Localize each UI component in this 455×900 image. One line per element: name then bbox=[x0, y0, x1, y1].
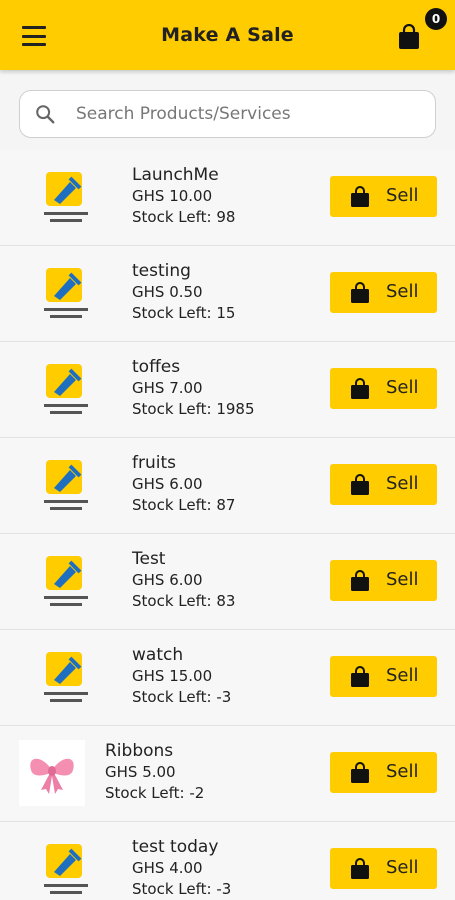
product-name: test today bbox=[132, 837, 219, 857]
product-stock: Stock Left: 15 bbox=[132, 304, 236, 322]
product-name: Test bbox=[132, 549, 166, 569]
product-row: test today GHS 4.00 Stock Left: -3 Sell bbox=[0, 822, 455, 900]
product-stock: Stock Left: 1985 bbox=[132, 400, 255, 418]
product-price: GHS 7.00 bbox=[132, 379, 203, 397]
sell-button-label: Sell bbox=[386, 569, 419, 590]
product-price: GHS 6.00 bbox=[132, 571, 203, 589]
product-info: Test GHS 6.00 Stock Left: 83 bbox=[132, 548, 235, 612]
product-info: test today GHS 4.00 Stock Left: -3 bbox=[132, 836, 231, 900]
sell-button[interactable]: Sell bbox=[330, 368, 437, 409]
sell-button[interactable]: Sell bbox=[330, 464, 437, 505]
product-name: LaunchMe bbox=[132, 165, 219, 185]
sell-button[interactable]: Sell bbox=[330, 752, 437, 793]
sell-button-label: Sell bbox=[386, 185, 419, 206]
product-list: LaunchMe GHS 10.00 Stock Left: 98 Sell t… bbox=[0, 150, 455, 900]
mtn-business-manager-logo bbox=[44, 844, 88, 894]
product-row: Test GHS 6.00 Stock Left: 83 Sell bbox=[0, 534, 455, 630]
mtn-business-manager-logo bbox=[44, 460, 88, 510]
pink-bow-photo bbox=[19, 740, 85, 806]
product-row: fruits GHS 6.00 Stock Left: 87 Sell bbox=[0, 438, 455, 534]
shopping-bag-icon bbox=[351, 762, 369, 783]
shopping-bag-icon bbox=[351, 666, 369, 687]
product-info: watch GHS 15.00 Stock Left: -3 bbox=[132, 644, 231, 708]
product-price: GHS 6.00 bbox=[132, 475, 203, 493]
shopping-bag-icon bbox=[351, 378, 369, 399]
sell-button[interactable]: Sell bbox=[330, 272, 437, 313]
page-title: Make A Sale bbox=[161, 24, 294, 46]
cart-count-badge: 0 bbox=[425, 8, 447, 30]
product-price: GHS 0.50 bbox=[132, 283, 203, 301]
product-info: fruits GHS 6.00 Stock Left: 87 bbox=[132, 452, 235, 516]
product-info: testing GHS 0.50 Stock Left: 15 bbox=[132, 260, 235, 324]
product-price: GHS 5.00 bbox=[105, 763, 176, 781]
product-price: GHS 4.00 bbox=[132, 859, 203, 877]
mtn-business-manager-logo bbox=[44, 364, 88, 414]
product-price: GHS 10.00 bbox=[132, 187, 213, 205]
app-bar: Make A Sale 0 bbox=[0, 0, 455, 70]
mtn-business-manager-logo bbox=[44, 652, 88, 702]
search-icon bbox=[36, 105, 55, 124]
product-row: Ribbons GHS 5.00 Stock Left: -2 Sell bbox=[0, 726, 455, 822]
hamburger-menu-icon[interactable] bbox=[22, 26, 46, 46]
mtn-business-manager-logo bbox=[44, 556, 88, 606]
product-name: watch bbox=[132, 645, 184, 665]
shopping-bag-icon bbox=[351, 570, 369, 591]
sell-button-label: Sell bbox=[386, 281, 419, 302]
sell-button-label: Sell bbox=[386, 377, 419, 398]
shopping-bag-icon[interactable] bbox=[397, 24, 421, 50]
sell-button-label: Sell bbox=[386, 473, 419, 494]
product-stock: Stock Left: -3 bbox=[132, 880, 232, 898]
mtn-business-manager-logo bbox=[44, 268, 88, 318]
sell-button-label: Sell bbox=[386, 761, 419, 782]
product-row: LaunchMe GHS 10.00 Stock Left: 98 Sell bbox=[0, 150, 455, 246]
product-stock: Stock Left: -3 bbox=[132, 688, 232, 706]
product-info: toffes GHS 7.00 Stock Left: 1985 bbox=[132, 356, 255, 420]
sell-button[interactable]: Sell bbox=[330, 176, 437, 217]
product-name: testing bbox=[132, 261, 191, 281]
product-name: Ribbons bbox=[105, 741, 174, 761]
shopping-bag-icon bbox=[351, 186, 369, 207]
product-name: fruits bbox=[132, 453, 176, 473]
shopping-bag-icon bbox=[351, 858, 369, 879]
product-info: Ribbons GHS 5.00 Stock Left: -2 bbox=[105, 740, 204, 804]
product-row: watch GHS 15.00 Stock Left: -3 Sell bbox=[0, 630, 455, 726]
product-name: toffes bbox=[132, 357, 181, 377]
sell-button[interactable]: Sell bbox=[330, 560, 437, 601]
sell-button-label: Sell bbox=[386, 857, 419, 878]
product-row: testing GHS 0.50 Stock Left: 15 Sell bbox=[0, 246, 455, 342]
sell-button[interactable]: Sell bbox=[330, 656, 437, 697]
sell-button[interactable]: Sell bbox=[330, 848, 437, 889]
product-price: GHS 15.00 bbox=[132, 667, 213, 685]
search-bar bbox=[19, 90, 436, 138]
sell-button-label: Sell bbox=[386, 665, 419, 686]
product-stock: Stock Left: 87 bbox=[132, 496, 236, 514]
product-stock: Stock Left: -2 bbox=[105, 784, 205, 802]
search-input[interactable] bbox=[76, 99, 416, 129]
product-stock: Stock Left: 98 bbox=[132, 208, 236, 226]
product-row: toffes GHS 7.00 Stock Left: 1985 Sell bbox=[0, 342, 455, 438]
product-stock: Stock Left: 83 bbox=[132, 592, 236, 610]
shopping-bag-icon bbox=[351, 474, 369, 495]
mtn-business-manager-logo bbox=[44, 172, 88, 222]
shopping-bag-icon bbox=[351, 282, 369, 303]
product-info: LaunchMe GHS 10.00 Stock Left: 98 bbox=[132, 164, 235, 228]
